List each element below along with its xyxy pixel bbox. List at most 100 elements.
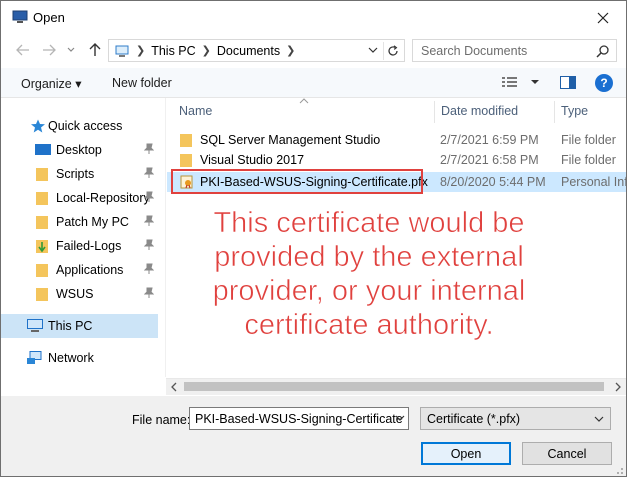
breadcrumb-separator: ❯ bbox=[136, 45, 146, 57]
file-name-label: File name: bbox=[132, 413, 191, 427]
close-icon bbox=[597, 12, 609, 23]
network-icon bbox=[27, 351, 42, 364]
file-type-select[interactable]: Certificate (*.pfx) bbox=[420, 407, 611, 430]
preview-pane-button[interactable] bbox=[560, 76, 576, 93]
address-row: ❯ This PC ❯ Documents ❯ Search Documents bbox=[1, 34, 626, 66]
annotation-text: This certificate would be provided by th… bbox=[171, 206, 567, 342]
chevron-down-icon bbox=[594, 416, 604, 422]
search-placeholder: Search Documents bbox=[421, 43, 528, 58]
breadcrumb-this-pc[interactable]: This PC bbox=[151, 44, 195, 58]
sidebar-item-label: Desktop bbox=[56, 143, 102, 157]
file-date: 8/20/2020 5:44 PM bbox=[440, 175, 546, 189]
preview-pane-icon bbox=[560, 76, 576, 89]
file-name: SQL Server Management Studio bbox=[200, 133, 381, 147]
scroll-right-icon[interactable] bbox=[614, 382, 622, 392]
folder-icon bbox=[36, 264, 48, 277]
file-name-field[interactable]: PKI-Based-WSUS-Signing-Certificate bbox=[189, 407, 409, 430]
address-history-chevron-icon[interactable] bbox=[368, 44, 378, 56]
folder-icon bbox=[180, 154, 192, 167]
file-type: File folder bbox=[561, 133, 616, 147]
breadcrumb-separator: ❯ bbox=[201, 45, 211, 57]
folder-download-icon bbox=[36, 240, 48, 253]
cancel-button[interactable]: Cancel bbox=[522, 442, 612, 465]
scroll-left-icon[interactable] bbox=[170, 382, 178, 392]
pin-icon bbox=[144, 239, 154, 250]
pin-icon bbox=[144, 167, 154, 178]
sidebar-item-this-pc[interactable]: This PC bbox=[1, 314, 158, 338]
open-button[interactable]: Open bbox=[421, 442, 511, 465]
sidebar-item-label: Scripts bbox=[56, 167, 95, 181]
pin-icon bbox=[144, 263, 154, 274]
file-date: 2/7/2021 6:59 PM bbox=[440, 133, 539, 147]
back-arrow-icon bbox=[16, 44, 29, 56]
folder-icon bbox=[36, 288, 48, 301]
folder-icon bbox=[36, 216, 48, 229]
sidebar-item-label: Applications bbox=[56, 263, 124, 277]
sidebar-item-failed-logs[interactable]: Failed-Logs bbox=[1, 234, 158, 258]
column-divider[interactable] bbox=[554, 101, 555, 123]
breadcrumb-documents[interactable]: Documents bbox=[217, 44, 280, 58]
sidebar-item-patch-my-pc[interactable]: Patch My PC bbox=[1, 210, 158, 234]
chevron-down-icon[interactable] bbox=[395, 413, 405, 423]
file-name-value: PKI-Based-WSUS-Signing-Certificate bbox=[195, 411, 403, 426]
details-view-icon bbox=[502, 77, 539, 87]
chevron-down-icon bbox=[67, 47, 75, 52]
pin-icon bbox=[144, 215, 154, 226]
change-view-button[interactable] bbox=[501, 75, 541, 92]
sidebar-item-label: Failed-Logs bbox=[56, 239, 122, 253]
sidebar-item-local-repository[interactable]: Local-Repository bbox=[1, 186, 158, 210]
sidebar-item-label: This PC bbox=[48, 319, 93, 333]
search-input[interactable]: Search Documents bbox=[412, 39, 617, 62]
column-header-date-modified[interactable]: Date modified bbox=[441, 104, 518, 118]
sidebar-item-label: WSUS bbox=[56, 287, 94, 301]
horizontal-scrollbar[interactable] bbox=[166, 378, 626, 395]
search-icon bbox=[596, 45, 609, 58]
sidebar-item-network[interactable]: Network bbox=[1, 346, 158, 370]
folder-icon bbox=[180, 134, 192, 147]
refresh-button[interactable] bbox=[383, 42, 401, 60]
breadcrumb-separator: ❯ bbox=[286, 45, 296, 57]
recent-locations-button[interactable] bbox=[61, 40, 81, 60]
scrollbar-thumb[interactable] bbox=[184, 382, 604, 391]
new-folder-button[interactable]: New folder bbox=[112, 76, 172, 90]
up-arrow-icon bbox=[89, 43, 101, 56]
file-type-value: Certificate (*.pfx) bbox=[427, 411, 521, 426]
annotation-line: certificate authority. bbox=[244, 309, 494, 342]
sidebar-item-label: Network bbox=[48, 351, 94, 365]
file-row[interactable]: Visual Studio 2017 2/7/2021 6:58 PM File… bbox=[167, 150, 626, 170]
file-name: Visual Studio 2017 bbox=[200, 153, 305, 167]
column-divider[interactable] bbox=[434, 101, 435, 123]
file-name-area: File name: PKI-Based-WSUS-Signing-Certif… bbox=[1, 396, 626, 476]
folder-icon bbox=[36, 192, 48, 205]
pin-icon bbox=[144, 191, 154, 202]
close-button[interactable] bbox=[580, 1, 626, 34]
sidebar-item-applications[interactable]: Applications bbox=[1, 258, 158, 282]
annotation-line: This certificate would be bbox=[213, 207, 525, 240]
this-pc-icon bbox=[115, 45, 129, 57]
file-date: 2/7/2021 6:58 PM bbox=[440, 153, 539, 167]
sidebar-item-label: Local-Repository bbox=[56, 191, 150, 205]
organize-button[interactable]: Organize ▾ bbox=[21, 76, 81, 91]
resize-grip-icon[interactable] bbox=[614, 465, 624, 475]
annotation-highlight-box bbox=[171, 169, 423, 194]
sidebar-item-desktop[interactable]: Desktop bbox=[1, 138, 158, 162]
column-header-type[interactable]: Type bbox=[561, 104, 588, 118]
sidebar-item-scripts[interactable]: Scripts bbox=[1, 162, 158, 186]
sidebar-item-label: Quick access bbox=[48, 119, 123, 133]
column-header-name[interactable]: Name bbox=[179, 104, 212, 118]
back-button[interactable] bbox=[13, 40, 33, 60]
file-row[interactable]: SQL Server Management Studio 2/7/2021 6:… bbox=[167, 130, 626, 150]
folder-icon bbox=[36, 168, 48, 181]
sidebar-item-wsus[interactable]: WSUS bbox=[1, 282, 158, 306]
help-icon[interactable]: ? bbox=[595, 74, 613, 92]
pane-divider[interactable] bbox=[165, 98, 166, 377]
sidebar-item-quick-access[interactable]: Quick access bbox=[1, 114, 158, 138]
address-bar[interactable]: ❯ This PC ❯ Documents ❯ bbox=[108, 39, 405, 62]
file-type: File folder bbox=[561, 153, 616, 167]
pc-icon bbox=[27, 319, 43, 332]
desktop-icon bbox=[35, 144, 51, 155]
pin-icon bbox=[144, 287, 154, 298]
forward-button[interactable] bbox=[39, 40, 59, 60]
window-title: Open bbox=[33, 10, 65, 25]
up-button[interactable] bbox=[85, 40, 105, 60]
